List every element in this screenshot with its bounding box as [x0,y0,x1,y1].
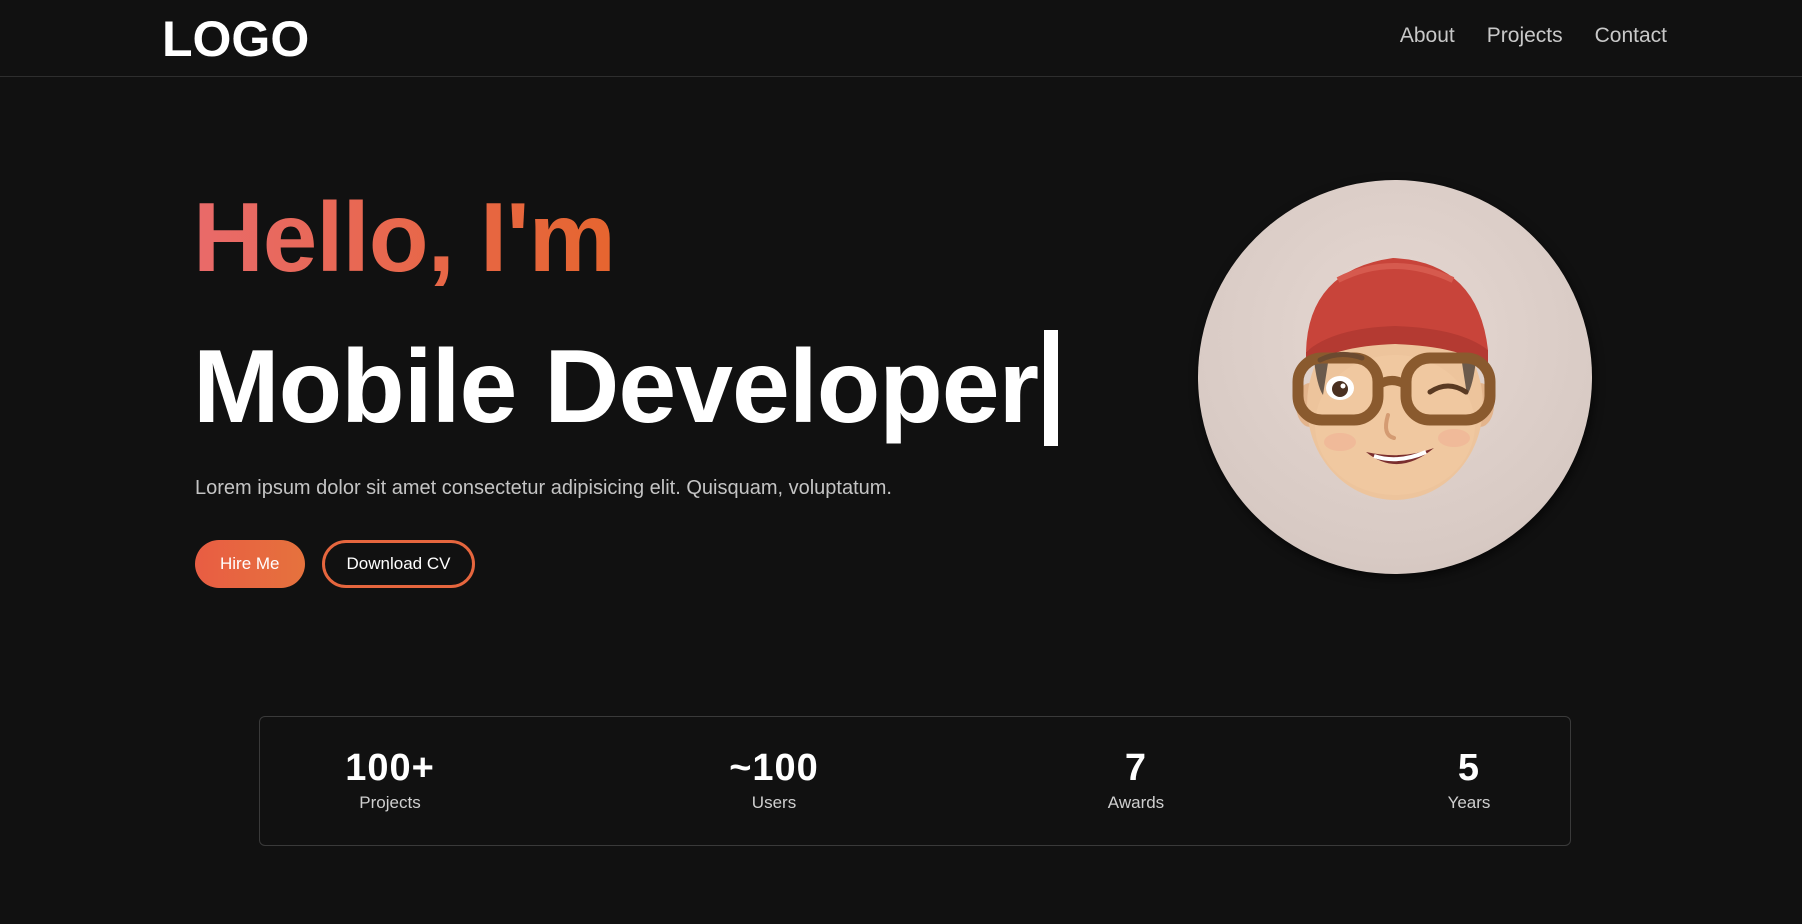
stat-awards: 7 Awards [1108,749,1164,813]
stat-value: 5 [1457,747,1481,789]
nav-link-projects[interactable]: Projects [1487,24,1563,48]
stat-value: 7 [1124,747,1148,789]
stat-label: Years [1447,793,1491,812]
stat-projects: 100+ Projects [345,749,435,813]
navbar: LOGO About Projects Contact [0,0,1802,77]
hero-role-text: Mobile Developer [193,329,1039,446]
stat-value: ~100 [729,747,819,789]
nav-link-about[interactable]: About [1400,24,1455,48]
stat-label: Awards [1107,793,1165,812]
logo[interactable]: LOGO [162,10,309,68]
hero-buttons: Hire Me Download CV [195,540,476,588]
hero-subtitle: Lorem ipsum dolor sit amet consectetur a… [195,477,892,499]
stat-label: Projects [359,793,421,812]
stat-years: 5 Years [1448,749,1491,813]
stat-users: ~100 Users [729,749,819,813]
nav-link-contact[interactable]: Contact [1595,24,1667,48]
download-cv-button[interactable]: Download CV [321,540,476,588]
typing-cursor [1044,330,1059,446]
memoji-avatar-icon [1292,258,1496,500]
stat-value: 100+ [345,747,435,789]
portfolio-page: LOGO About Projects Contact Hello, I'm M… [0,0,1802,924]
nav-links: About Projects Contact [1400,24,1667,48]
stats-panel: 100+ Projects ~100 Users 7 Awards 5 Year… [259,716,1571,846]
stat-label: Users [751,793,797,812]
hero-role-heading: Mobile Developer [193,329,1059,446]
hero-greeting: Hello, I'm [193,182,616,292]
hire-me-button[interactable]: Hire Me [195,540,305,588]
avatar [1198,180,1592,574]
